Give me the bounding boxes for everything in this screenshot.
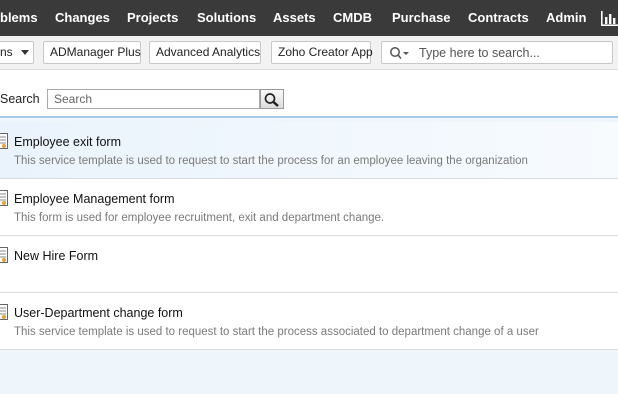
nav-cmdb[interactable]: CMDB	[333, 0, 372, 36]
form-document-icon	[0, 133, 8, 149]
template-title[interactable]: User-Department change form	[14, 306, 183, 320]
nav-contracts[interactable]: Contracts	[468, 0, 529, 36]
nav-problems[interactable]: blems	[0, 0, 38, 36]
toolbar: ns ADManager Plus Advanced Analytics Zoh…	[0, 36, 618, 70]
search-icon[interactable]	[389, 46, 409, 60]
template-description: This service template is used to request…	[14, 326, 539, 338]
template-title[interactable]: Employee exit form	[14, 135, 121, 149]
search-icon	[264, 92, 279, 107]
search-button[interactable]	[260, 89, 284, 109]
global-search-box[interactable]	[381, 41, 613, 64]
nav-assets[interactable]: Assets	[273, 0, 316, 36]
chevron-down-icon	[20, 50, 29, 56]
admanager-plus-button[interactable]: ADManager Plus	[43, 41, 141, 64]
nav-admin[interactable]: Admin	[546, 0, 586, 36]
template-title[interactable]: Employee Management form	[14, 192, 175, 206]
template-description: This form is used for employee recruitme…	[14, 212, 385, 224]
reports-chart-icon[interactable]	[600, 9, 618, 27]
template-search-input[interactable]	[47, 89, 260, 109]
template-title[interactable]: New Hire Form	[14, 249, 98, 263]
form-document-icon	[0, 190, 8, 206]
nav-solutions[interactable]: Solutions	[197, 0, 256, 36]
form-document-icon	[0, 247, 8, 263]
zoho-creator-app-button[interactable]: Zoho Creator App	[271, 41, 373, 64]
template-list: Employee exit form This service template…	[0, 122, 618, 350]
list-item[interactable]: Employee Management form This form is us…	[0, 179, 618, 236]
template-search-bar: Search	[0, 70, 618, 118]
requests-dropdown[interactable]: ns	[0, 41, 34, 64]
requests-dropdown-label: ns	[0, 45, 13, 59]
list-item[interactable]: Employee exit form This service template…	[0, 122, 618, 179]
nav-changes[interactable]: Changes	[55, 0, 110, 36]
nav-projects[interactable]: Projects	[127, 0, 178, 36]
list-item[interactable]: User-Department change form This service…	[0, 293, 618, 350]
global-search-input[interactable]	[419, 44, 609, 62]
template-description: This service template is used to request…	[14, 155, 528, 167]
nav-purchase[interactable]: Purchase	[392, 0, 451, 36]
advanced-analytics-button[interactable]: Advanced Analytics	[149, 41, 261, 64]
list-item[interactable]: New Hire Form	[0, 236, 618, 293]
search-label: Search	[0, 92, 40, 106]
top-navigation-bar: blems Changes Projects Solutions Assets …	[0, 0, 618, 36]
form-document-icon	[0, 304, 8, 320]
